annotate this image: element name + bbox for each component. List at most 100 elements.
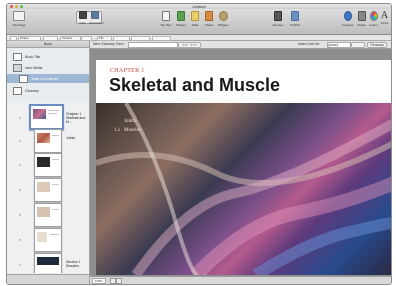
index-add-button[interactable] [351,42,365,48]
thumbnail-image [37,182,50,192]
page-thumbnail[interactable] [29,104,64,130]
sidebar-item-label: Intro Media [25,65,43,70]
sidebar-header: Book [7,41,89,48]
fonts-icon: A [380,10,389,21]
thumbnail-number: 1 [19,116,21,120]
shapes-label: Shapes [175,23,187,27]
editor-area: New Glossary Term: Add Term Index Link f… [90,41,391,284]
preview-button[interactable]: Preview [271,11,285,27]
inspector-label: Inspector [341,23,355,27]
fonts-label: Fonts [380,21,389,25]
page-thumbnail[interactable] [34,129,62,153]
thumbnail-text-line [50,234,59,235]
text-box-icon [162,11,170,21]
thumbnail-image [33,109,46,119]
sidebar-footer [7,274,89,284]
view-button[interactable]: View [77,11,88,25]
thumbnail-text-line [48,113,57,114]
page-thumbnail[interactable] [34,253,62,273]
chart-icon [205,11,213,21]
thumbnail-text-line [52,184,59,185]
add-page-label: Add Page [12,23,26,27]
page-thumbnail[interactable] [34,178,62,202]
orientation-icon [90,11,99,19]
thumbnail-number: 7 [19,263,21,267]
add-term-button[interactable]: Add Term [178,42,201,48]
ibooks-author-window: Untitled Add Page View Orientation Text … [6,3,392,285]
table-label: Table [191,23,199,27]
add-page-button[interactable]: Add Page [11,11,27,27]
thumbnail-image [37,207,50,217]
book-sidebar: Book Book Title Intro Media Table of Con… [7,41,90,284]
text-box-button[interactable]: Text Box [159,11,173,27]
table-icon [191,11,199,21]
publish-button[interactable]: Publish [288,11,302,27]
publish-label: Publish [290,23,300,27]
index-link-label: Index Link for: [298,42,320,46]
sidebar-item-glossary[interactable]: Glossary [7,86,89,95]
next-page-icon[interactable] [116,278,122,284]
media-icon [13,63,22,72]
new-glossary-term-label: New Glossary Term: [93,42,125,46]
zoom-select[interactable]: 100% [92,278,106,284]
thumbnail-caption: Joints [66,136,76,140]
shapes-icon [177,11,185,21]
colors-button[interactable]: Colors [368,11,379,27]
toc-entry[interactable]: Joints [114,117,141,126]
sidebar-item-intro-media[interactable]: Intro Media [7,63,89,72]
color-wheel-icon [369,11,378,21]
sidebar-item-book-title[interactable]: Book Title [7,52,89,61]
thumbnail-image [37,232,47,242]
fonts-button[interactable]: A Fonts [379,10,390,26]
preview-icon [274,11,282,21]
thumbnail-number: 6 [19,238,21,242]
thumbnail-caption: Section 1 Muscles [66,260,81,268]
thumbnail-text-line [52,135,59,136]
minimize-icon[interactable] [15,5,18,8]
thumbnail-number: 2 [19,139,21,143]
charts-button[interactable]: Charts [203,11,215,27]
toc-entry-number: 1.1 [114,128,121,133]
inspector-button[interactable]: Inspector [341,11,355,27]
page-thumbnail[interactable] [34,228,62,252]
toc-entry-title: Joints [124,119,136,124]
toc-icon [19,74,28,83]
thumbnail-text-line [52,209,59,210]
new-glossary-term-input[interactable] [128,42,178,48]
glossary-icon [13,86,22,95]
chapter-label[interactable]: CHAPTER 1 [110,68,145,74]
thumbnail-number: 4 [19,188,21,192]
orientation-button[interactable]: Orientation [89,11,104,25]
add-page-icon [13,11,25,21]
toc-entry[interactable]: 1.1 Muscles [114,126,141,135]
media-button[interactable]: Media [356,11,367,27]
window-controls [10,5,23,8]
book-page[interactable]: CHAPTER 1 Skeletal and Muscle Joints 1.1… [96,60,391,275]
shapes-button[interactable]: Shapes [175,11,187,27]
thumbnail-caption: Chapter 1 Skeletal and M... [66,112,86,124]
sidebar-item-label: Glossary [25,88,39,93]
page-thumbnail[interactable] [34,153,62,177]
sidebar-item-label: Book Title [25,54,41,59]
widgets-icon [218,11,228,21]
table-button[interactable]: Table [189,11,201,27]
widgets-button[interactable]: Widgets [216,11,230,27]
chapter-title[interactable]: Skeletal and Muscle [109,75,280,96]
close-icon[interactable] [10,5,13,8]
zoom-icon[interactable] [20,5,23,8]
page-thumbnail[interactable] [34,203,62,227]
glossary-toolbar: New Glossary Term: Add Term Index Link f… [90,41,391,49]
media-label: Media [357,23,366,27]
sidebar-item-label: Table of Contents [31,76,59,81]
glossary-button[interactable]: Glossary [367,42,387,48]
sidebar-item-table-of-contents[interactable]: Table of Contents [7,74,89,83]
thumbnail-image [37,157,50,167]
chapter-image[interactable]: Joints 1.1 Muscles [96,103,391,275]
publish-icon [291,11,299,21]
index-link-select[interactable]: (none) [327,42,351,48]
charts-label: Charts [204,23,214,27]
colors-label: Colors [369,23,378,27]
media-icon [357,11,366,21]
thumbnail-text-line [52,159,59,160]
book-icon [13,52,22,61]
